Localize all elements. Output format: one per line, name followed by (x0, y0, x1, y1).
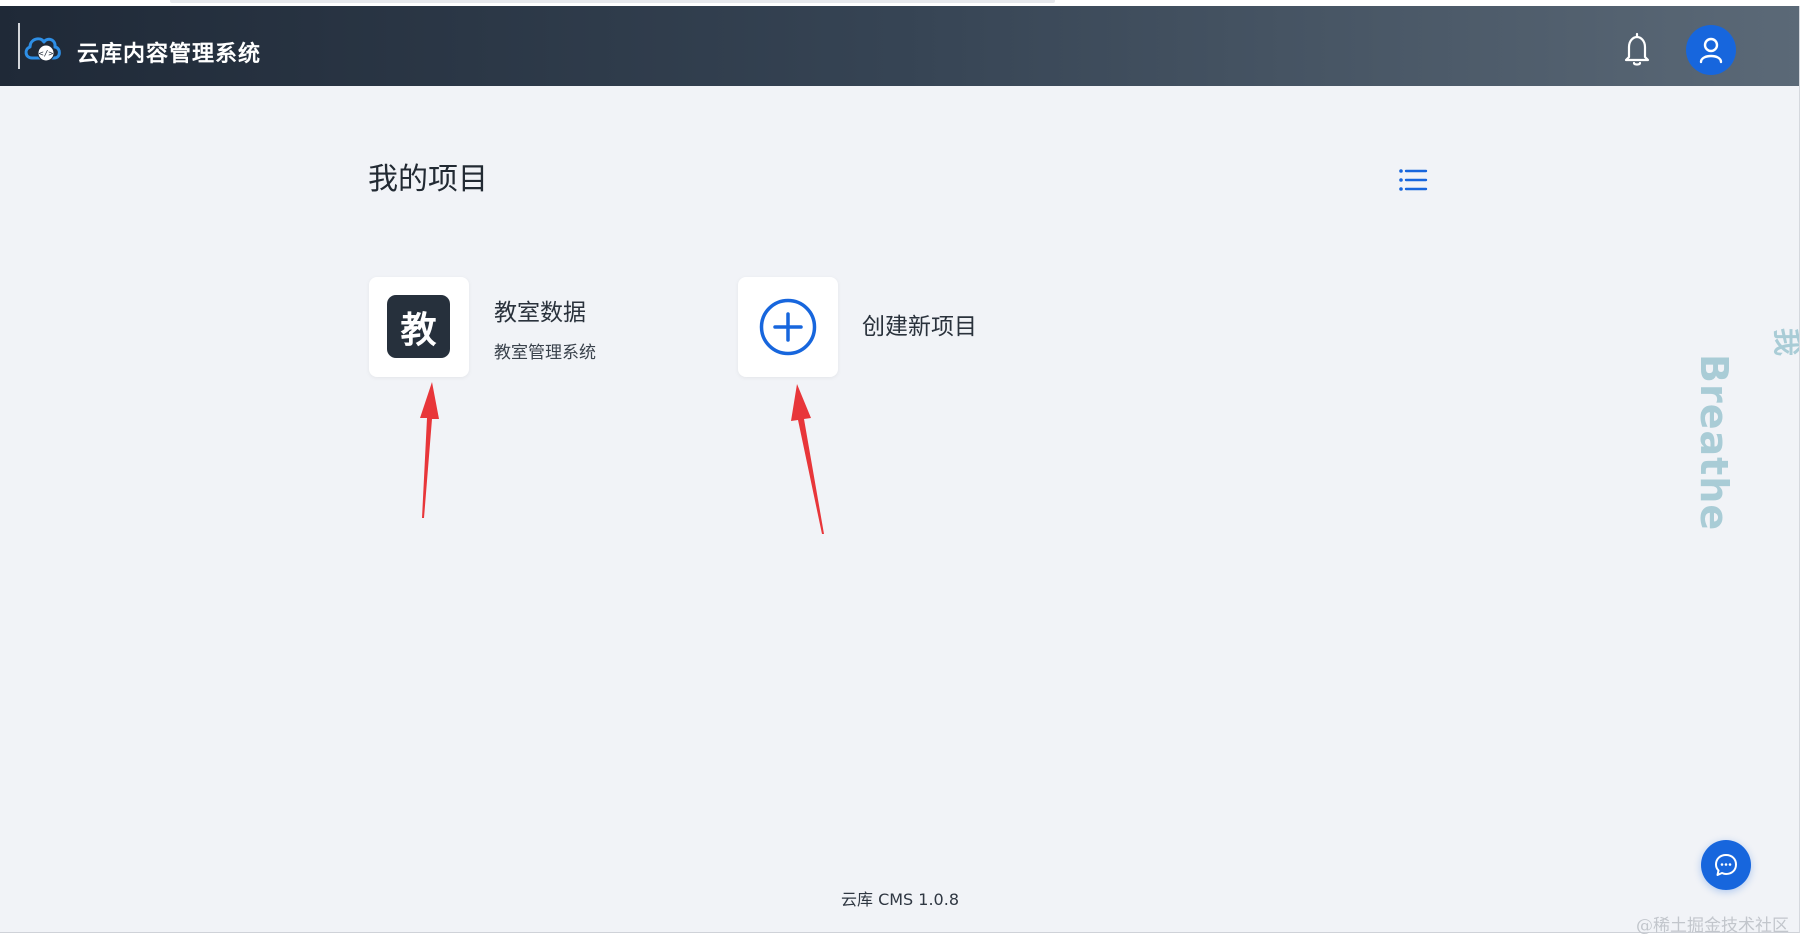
user-icon (1699, 37, 1723, 64)
create-project-label[interactable]: 创建新项目 (862, 307, 977, 341)
app-title: 云库内容管理系统 (77, 42, 262, 67)
user-avatar-button[interactable] (1686, 25, 1736, 75)
create-project-card[interactable] (738, 277, 838, 377)
project-name[interactable]: 教室数据 (494, 293, 586, 327)
project-card[interactable]: 教 (369, 277, 469, 377)
project-description: 教室管理系统 (494, 343, 596, 363)
svg-text:</>: </> (39, 49, 54, 58)
top-navbar: </> 云库内容管理系统 (0, 6, 1799, 86)
plus-circle-icon (759, 298, 817, 356)
red-arrow-icon (420, 382, 439, 518)
app-window: </> 云库内容管理系统 我的项目 教 教室数据 教室管理系统 创建新项目 云库… (0, 6, 1800, 933)
cloud-code-logo-icon[interactable]: </> (22, 30, 62, 64)
project-badge: 教 (387, 295, 450, 358)
chat-bubble-icon (1715, 854, 1737, 876)
side-watermark: Breathe (1692, 354, 1736, 532)
version-footer: 云库 CMS 1.0.8 (840, 890, 960, 909)
page-title: 我的项目 (368, 162, 488, 197)
bottom-watermark: @稀土掘金技术社区 (1636, 916, 1789, 936)
bell-icon[interactable] (1620, 32, 1654, 68)
header-divider (18, 23, 20, 69)
chat-button[interactable] (1701, 840, 1751, 890)
list-view-icon[interactable] (1396, 164, 1430, 196)
scrollbar-top (170, 0, 1055, 3)
red-arrow-icon (791, 384, 824, 534)
annotation-arrows (420, 382, 824, 534)
side-watermark-cjk: 我 (1770, 328, 1800, 357)
